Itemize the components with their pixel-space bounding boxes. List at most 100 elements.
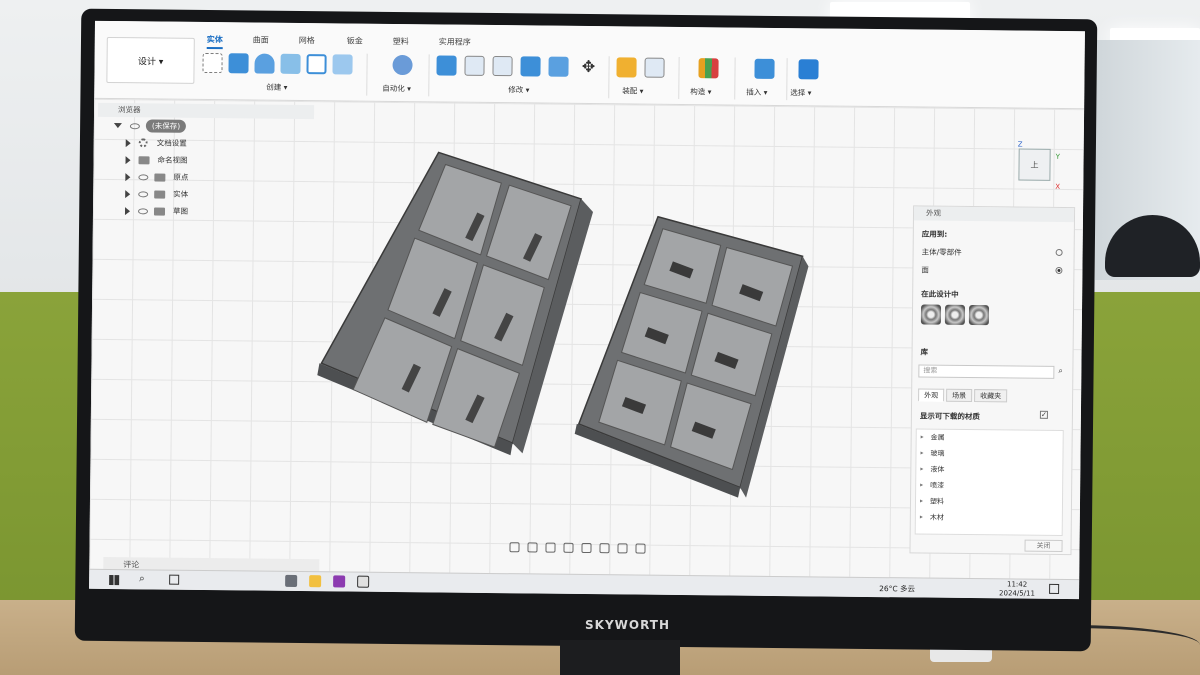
tree-item-doc-settings[interactable]: 文档设置: [114, 134, 314, 153]
workspace-switcher-button[interactable]: 设计 ▾: [106, 36, 195, 84]
look-at-icon[interactable]: [527, 542, 538, 553]
tree-item-sketches[interactable]: 草图: [113, 202, 313, 221]
tray-right[interactable]: [574, 215, 809, 498]
view-cube[interactable]: 上: [1018, 148, 1051, 181]
taskbar-clock[interactable]: 11:42 2024/5/11: [999, 580, 1035, 598]
tab-surface[interactable]: 曲面: [253, 34, 269, 45]
tab-appearance[interactable]: 外观: [918, 388, 945, 402]
visibility-icon[interactable]: [138, 190, 149, 197]
visibility-icon[interactable]: [137, 207, 149, 214]
clock-date: 2024/5/11: [999, 589, 1036, 598]
material-swatch[interactable]: [920, 304, 942, 325]
tab-plastic[interactable]: 塑料: [393, 36, 409, 47]
library-category-wood[interactable]: 木材: [916, 509, 1062, 527]
group-create-label[interactable]: 创建 ▾: [266, 82, 287, 93]
axis-z-label: Z: [1017, 140, 1023, 149]
pan-hand-icon[interactable]: [545, 542, 556, 553]
select-cursor-icon[interactable]: [798, 59, 819, 80]
combine-icon[interactable]: [548, 56, 569, 77]
fit-icon[interactable]: [581, 542, 592, 554]
tree-root-label: (未保存): [145, 119, 187, 133]
expand-icon[interactable]: [125, 172, 131, 181]
automate-icon[interactable]: [392, 54, 413, 76]
library-category-plastic[interactable]: 塑料: [916, 493, 1062, 511]
library-category-paint[interactable]: 喷漆: [916, 477, 1062, 495]
press-pull-icon[interactable]: [436, 55, 457, 76]
visual-style-icon[interactable]: [617, 543, 628, 554]
search-icon[interactable]: ⌕: [1058, 366, 1063, 376]
expand-icon[interactable]: [124, 206, 131, 215]
taskbar-app-icon[interactable]: [285, 574, 298, 587]
group-assemble-label[interactable]: 装配 ▾: [622, 85, 643, 96]
orbit-icon[interactable]: [509, 542, 520, 553]
grid-icon[interactable]: [635, 543, 646, 554]
material-library-list: 金属 玻璃 液体 喷漆 塑料 木材: [914, 428, 1064, 536]
apply-to-body-radio[interactable]: [1055, 248, 1063, 256]
visibility-icon[interactable]: [129, 122, 140, 129]
tab-solid[interactable]: 实体: [206, 34, 223, 50]
group-select-label[interactable]: 选择 ▾: [790, 87, 811, 98]
sweep-icon[interactable]: [280, 53, 301, 74]
group-insert-label[interactable]: 插入 ▾: [746, 87, 767, 98]
new-sketch-icon[interactable]: [202, 52, 223, 74]
expand-icon[interactable]: [125, 138, 131, 147]
zoom-icon[interactable]: [563, 542, 574, 553]
taskbar-app-icon[interactable]: [357, 575, 370, 588]
display-settings-icon[interactable]: [599, 543, 610, 554]
apply-to-face-radio[interactable]: [1055, 266, 1063, 274]
tab-sheet-metal[interactable]: 钣金: [347, 35, 363, 46]
expand-icon[interactable]: [125, 155, 131, 164]
material-swatch[interactable]: [944, 304, 966, 325]
taskbar-app-icon[interactable]: [333, 575, 346, 588]
library-header[interactable]: 库: [921, 346, 929, 357]
move-icon[interactable]: ✥: [578, 57, 598, 77]
file-explorer-icon[interactable]: [309, 575, 322, 588]
fillet-icon[interactable]: [464, 55, 485, 76]
joint-icon[interactable]: [644, 57, 665, 78]
close-button[interactable]: 关闭: [1024, 539, 1063, 552]
tab-utilities[interactable]: 实用程序: [439, 36, 471, 47]
tree-item-named-views[interactable]: 命名视图: [113, 151, 313, 170]
notification-icon[interactable]: [1049, 583, 1060, 594]
task-view-icon[interactable]: [169, 574, 180, 585]
revolve-icon[interactable]: [254, 53, 275, 74]
library-category-metal[interactable]: 金属: [917, 429, 1063, 447]
tree-item-origin[interactable]: 原点: [113, 168, 313, 187]
tab-mesh[interactable]: 网格: [299, 35, 315, 46]
library-category-glass[interactable]: 玻璃: [916, 445, 1062, 463]
library-category-liquid[interactable]: 液体: [916, 461, 1062, 479]
tray-left[interactable]: [316, 151, 594, 456]
extrude-icon[interactable]: [228, 53, 249, 74]
monitor-brand-logo: SKYWORTH: [585, 618, 670, 632]
loft-icon[interactable]: [306, 54, 327, 75]
expand-icon[interactable]: [125, 189, 131, 198]
tab-scenes[interactable]: 场景: [946, 388, 973, 403]
appearance-panel: 外观 应用到: 主体/零部件 面 在此设计中 库 搜索 ⌕ 外观 场景 收藏夹 …: [909, 205, 1076, 556]
windows-start-icon[interactable]: [109, 575, 120, 586]
new-component-icon[interactable]: [616, 57, 637, 78]
material-swatch[interactable]: [968, 305, 990, 326]
weather-widget[interactable]: 26°C 多云: [879, 583, 915, 594]
apply-to-label: 应用到:: [921, 229, 948, 239]
rib-icon[interactable]: [332, 54, 353, 75]
monitor-stand: [560, 640, 680, 675]
group-modify-label[interactable]: 修改 ▾: [508, 84, 529, 95]
tree-root[interactable]: (未保存): [113, 117, 314, 136]
group-automate-label[interactable]: 自动化 ▾: [382, 83, 411, 94]
construct-plane-icon[interactable]: [698, 58, 719, 79]
shell-icon[interactable]: [520, 56, 541, 77]
in-design-header[interactable]: 在此设计中: [921, 288, 959, 299]
search-icon[interactable]: ⌕: [139, 573, 145, 584]
visibility-icon[interactable]: [138, 173, 149, 180]
tree-item-bodies[interactable]: 实体: [113, 185, 313, 204]
library-search-input[interactable]: 搜索: [918, 364, 1055, 379]
tab-favorites[interactable]: 收藏夹: [974, 389, 1008, 403]
separator: [678, 56, 680, 99]
show-downloadable-checkbox[interactable]: ✓: [1039, 410, 1048, 419]
collapse-icon[interactable]: [113, 123, 122, 129]
chamfer-icon[interactable]: [492, 55, 513, 77]
tree-item-label: 草图: [172, 206, 189, 216]
insert-image-icon[interactable]: [754, 58, 775, 79]
group-construct-label[interactable]: 构造 ▾: [690, 86, 711, 97]
appearance-panel-header[interactable]: 外观: [913, 206, 1075, 223]
